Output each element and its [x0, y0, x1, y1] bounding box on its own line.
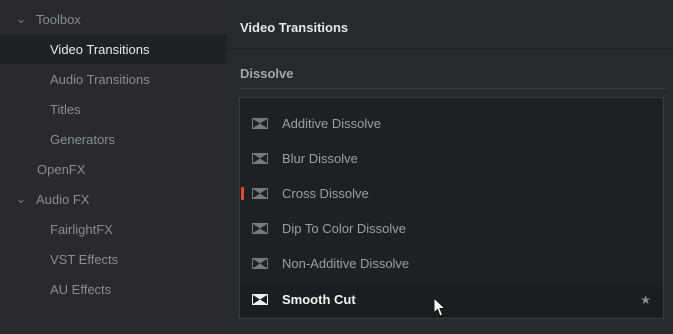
transition-label: Smooth Cut [282, 292, 356, 307]
transition-label: Blur Dissolve [282, 151, 358, 166]
transition-item-dip-to-color-dissolve[interactable]: Dip To Color Dissolve [240, 211, 663, 246]
transition-item-additive-dissolve[interactable]: Additive Dissolve [240, 106, 663, 141]
mouse-cursor-icon [433, 297, 447, 317]
transition-label: Dip To Color Dissolve [282, 221, 407, 236]
transition-icon [252, 258, 268, 269]
transition-label: Cross Dissolve [282, 186, 369, 201]
sidebar-item-label: Audio Transitions [50, 71, 150, 87]
sidebar-item-label: Titles [50, 101, 81, 117]
sidebar-item-video-transitions[interactable]: Video Transitions [0, 34, 227, 64]
sidebar-item-openfx[interactable]: OpenFX [0, 154, 227, 184]
divider [228, 48, 673, 49]
chevron-down-icon[interactable]: ⌄ [14, 12, 28, 26]
transition-icon [252, 223, 268, 234]
sidebar-item-label: Audio FX [36, 191, 90, 207]
transition-item-cross-dissolve[interactable]: Cross Dissolve [240, 176, 663, 211]
transition-item-blur-dissolve[interactable]: Blur Dissolve [240, 141, 663, 176]
effects-library-window: ⌄ Toolbox Video Transitions Audio Transi… [0, 0, 673, 334]
sidebar-item-au-effects[interactable]: AU Effects [0, 274, 227, 304]
sidebar-item-label: AU Effects [50, 281, 112, 297]
panel-title: Video Transitions [240, 20, 349, 35]
transition-icon [252, 188, 268, 199]
sidebar-item-vst-effects[interactable]: VST Effects [0, 244, 227, 274]
transition-icon [252, 153, 268, 164]
sidebar-item-titles[interactable]: Titles [0, 94, 227, 124]
sidebar-item-generators[interactable]: Generators [0, 124, 227, 154]
transition-icon [252, 118, 268, 129]
sidebar-item-audio-transitions[interactable]: Audio Transitions [0, 64, 227, 94]
sidebar-item-label: Toolbox [36, 11, 81, 27]
transition-icon [252, 294, 268, 305]
transition-item-non-additive-dissolve[interactable]: Non-Additive Dissolve [240, 246, 663, 281]
sidebar-item-label: Video Transitions [50, 41, 150, 57]
transition-item-smooth-cut[interactable]: Smooth Cut ★ [240, 282, 663, 317]
star-icon[interactable]: ★ [640, 293, 651, 307]
sidebar: ⌄ Toolbox Video Transitions Audio Transi… [0, 0, 227, 334]
transitions-panel: Video Transitions Dissolve Additive Diss… [228, 0, 673, 334]
chevron-down-icon[interactable]: ⌄ [14, 192, 28, 206]
timeline-marker [241, 187, 244, 200]
group-title[interactable]: Dissolve [240, 66, 293, 81]
sidebar-item-label: OpenFX [37, 161, 86, 177]
sidebar-item-toolbox[interactable]: ⌄ Toolbox [0, 4, 227, 34]
transition-label: Non-Additive Dissolve [282, 256, 410, 271]
divider [240, 88, 665, 89]
sidebar-item-audio-fx[interactable]: ⌄ Audio FX [0, 184, 227, 214]
transition-list: Additive Dissolve Blur Dissolve Cross Di… [239, 97, 664, 319]
sidebar-item-label: FairlightFX [50, 221, 113, 237]
sidebar-item-label: Generators [50, 131, 116, 147]
transition-label: Additive Dissolve [282, 116, 381, 131]
sidebar-item-label: VST Effects [50, 251, 119, 267]
sidebar-item-fairlightfx[interactable]: FairlightFX [0, 214, 227, 244]
